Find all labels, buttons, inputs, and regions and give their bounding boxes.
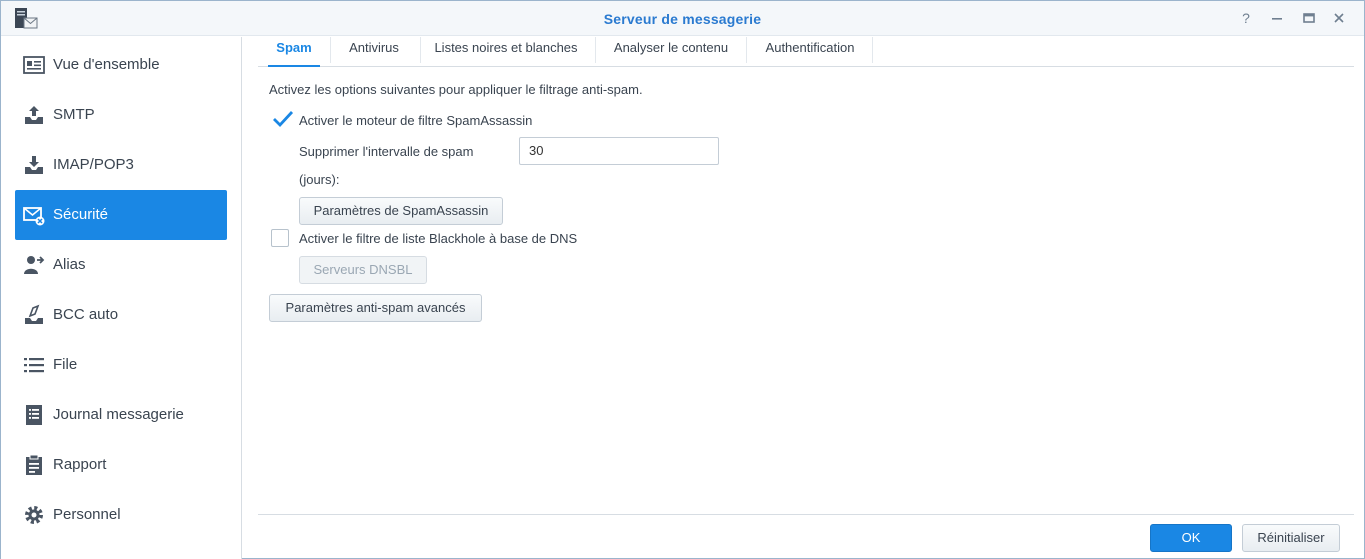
gear-icon	[25, 506, 43, 524]
advanced-anti-spam-button[interactable]: Paramètres anti-spam avancés	[269, 294, 482, 322]
sidebar-item-label: Personnel	[53, 506, 121, 523]
tab-blacklists-whitelists[interactable]: Listes noires et blanches	[428, 37, 584, 67]
sidebar-item-label: SMTP	[53, 106, 95, 123]
sidebar-item-label: IMAP/POP3	[53, 156, 134, 173]
sidebar-item-label: Alias	[53, 256, 86, 273]
sidebar-item-label: File	[53, 356, 78, 373]
spamassassin-settings-button[interactable]: Paramètres de SpamAssassin	[299, 197, 503, 225]
sidebar-item-label: Sécurité	[53, 206, 109, 223]
tab-content-analysis[interactable]: Analyser le contenu	[603, 37, 739, 67]
sidebar-item-alias[interactable]: Alias	[15, 240, 227, 290]
sidebar-item-label: BCC auto	[53, 306, 119, 323]
dnsbl-checkbox[interactable]	[271, 229, 289, 247]
tab-antivirus[interactable]: Antivirus	[338, 37, 410, 67]
tab-bar: Spam Antivirus Listes noires et blanches…	[258, 37, 1354, 67]
footer-divider	[258, 514, 1354, 515]
tab-divider	[872, 37, 873, 63]
sidebar-item-personal[interactable]: Personnel	[15, 490, 227, 540]
sidebar-item-file[interactable]: File	[15, 340, 227, 390]
ok-button[interactable]: OK	[1150, 524, 1232, 552]
sidebar-item-imap-pop3[interactable]: IMAP/POP3	[15, 140, 227, 190]
dnsbl-label: Activer le filtre de liste Blackhole à b…	[299, 231, 578, 246]
question-icon[interactable]: ?	[1238, 10, 1254, 26]
interval-label-unit: (jours):	[299, 172, 340, 187]
tab-divider	[595, 37, 596, 63]
main-content: Spam Antivirus Listes noires et blanches…	[243, 37, 1365, 559]
reset-button[interactable]: Réinitialiser	[1242, 524, 1340, 552]
maximize-icon[interactable]	[1301, 10, 1317, 26]
tab-divider	[330, 37, 331, 63]
sidebar-item-mail-log[interactable]: Journal messagerie	[15, 390, 227, 440]
mail-server-window: Serveur de messagerie ? Vue d'ensemble S…	[0, 0, 1365, 559]
user-forward-icon	[24, 256, 45, 274]
tray-upload-icon	[25, 106, 43, 124]
spamassassin-label: Activer le moteur de filtre SpamAssassin	[299, 113, 533, 128]
sidebar-item-label: Vue d'ensemble	[53, 56, 160, 73]
spamassassin-checkbox[interactable]	[270, 111, 294, 129]
list-icon	[24, 358, 44, 373]
sidebar-item-smtp[interactable]: SMTP	[15, 90, 227, 140]
sidebar-item-security[interactable]: Sécurité	[15, 190, 227, 240]
window-title: Serveur de messagerie	[603, 11, 762, 27]
close-icon[interactable]	[1331, 10, 1347, 26]
tray-download-icon	[25, 156, 43, 174]
tab-spam[interactable]: Spam	[268, 37, 320, 67]
sidebar-item-label: Journal messagerie	[53, 406, 184, 423]
envelope-shield-icon	[23, 207, 45, 226]
minimize-icon[interactable]	[1269, 10, 1285, 26]
title-bar[interactable]: Serveur de messagerie ?	[1, 1, 1364, 36]
tab-divider	[420, 37, 421, 63]
sidebar: Vue d'ensemble SMTP IMAP/POP3 Sécurité A…	[1, 37, 242, 559]
tab-authentication[interactable]: Authentification	[754, 37, 866, 67]
tab-divider	[746, 37, 747, 63]
checkmark-icon	[273, 111, 294, 128]
clipboard-icon	[26, 454, 42, 475]
spam-description: Activez les options suivantes pour appli…	[269, 82, 643, 97]
sidebar-item-bcc-auto[interactable]: BCC auto	[15, 290, 227, 340]
interval-label: Supprimer l'intervalle de spam	[299, 144, 474, 159]
log-document-icon	[26, 405, 42, 425]
inbox-copy-icon	[25, 304, 43, 324]
sidebar-item-report[interactable]: Rapport	[15, 440, 227, 490]
spam-interval-input[interactable]: 30	[519, 137, 719, 165]
sidebar-item-label: Rapport	[53, 456, 107, 473]
overview-card-icon	[23, 56, 45, 74]
sidebar-item-overview[interactable]: Vue d'ensemble	[15, 40, 227, 90]
dnsbl-servers-button[interactable]: Serveurs DNSBL	[299, 256, 427, 284]
